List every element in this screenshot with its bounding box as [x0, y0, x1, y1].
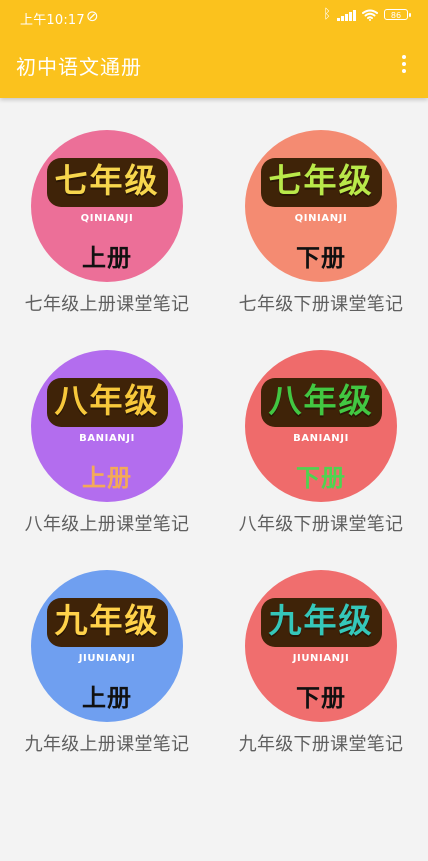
signal-icon	[337, 9, 356, 21]
volume-label: 下册	[296, 464, 346, 492]
grade-title: 七年级	[31, 158, 183, 207]
battery-level: 86	[390, 11, 402, 20]
grade-card-8-upper[interactable]: 八年级 BANIANJI 上册 八年级上册课堂笔记	[0, 350, 214, 540]
wifi-icon	[362, 9, 378, 21]
grade-pinyin: JIUNIANJI	[78, 653, 136, 664]
grade-title: 九年级	[31, 598, 183, 647]
volume-label: 下册	[296, 244, 346, 272]
grade-title: 七年级	[245, 158, 397, 207]
volume-label: 下册	[296, 684, 346, 712]
grade-card-label: 八年级下册课堂笔记	[238, 514, 404, 535]
status-time: 上午10:17	[20, 13, 85, 28]
grade-title: 八年级	[31, 378, 183, 427]
battery-icon: 86	[384, 9, 411, 20]
grade-card-7-lower[interactable]: 七年级 QINIANJI 下册 七年级下册课堂笔记	[214, 130, 428, 320]
grade-card-label: 七年级上册课堂笔记	[24, 294, 190, 315]
grade-badge: 八年级 BANIANJI 上册	[31, 350, 183, 502]
app-title: 初中语文通册	[16, 55, 142, 79]
grade-badge: 八年级 BANIANJI 下册	[245, 350, 397, 502]
grade-badge: 七年级 QINIANJI 下册	[245, 130, 397, 282]
overflow-menu-icon	[402, 55, 406, 59]
grade-card-label: 八年级上册课堂笔记	[24, 514, 190, 535]
grade-pinyin: BANIANJI	[79, 433, 135, 444]
grade-pinyin: QINIANJI	[80, 213, 134, 224]
volume-label: 上册	[82, 244, 132, 272]
grade-badge: 九年级 JIUNIANJI 上册	[31, 570, 183, 722]
overflow-menu-button[interactable]	[394, 50, 414, 78]
overflow-menu-icon	[402, 62, 406, 66]
grade-card-8-lower[interactable]: 八年级 BANIANJI 下册 八年级下册课堂笔记	[214, 350, 428, 540]
grade-card-label: 九年级下册课堂笔记	[238, 734, 404, 755]
bluetooth-icon: ᛒ	[323, 7, 331, 22]
grade-card-9-upper[interactable]: 九年级 JIUNIANJI 上册 九年级上册课堂笔记	[0, 570, 214, 760]
volume-label: 上册	[82, 464, 132, 492]
volume-label: 上册	[82, 684, 132, 712]
grade-card-label: 七年级下册课堂笔记	[238, 294, 404, 315]
grade-pinyin: QINIANJI	[294, 213, 348, 224]
grade-card-9-lower[interactable]: 九年级 JIUNIANJI 下册 九年级下册课堂笔记	[214, 570, 428, 760]
grade-badge: 九年级 JIUNIANJI 下册	[245, 570, 397, 722]
grade-pinyin: JIUNIANJI	[292, 653, 350, 664]
app-bar: 上午10:17 ⊘ ᛒ 86 初中语文通册	[0, 0, 428, 98]
grade-badge: 七年级 QINIANJI 上册	[31, 130, 183, 282]
grade-pinyin: BANIANJI	[293, 433, 349, 444]
mute-icon: ⊘	[86, 7, 99, 25]
grade-card-7-upper[interactable]: 七年级 QINIANJI 上册 七年级上册课堂笔记	[0, 130, 214, 320]
status-bar: 上午10:17 ⊘ ᛒ 86	[0, 0, 428, 34]
grade-card-label: 九年级上册课堂笔记	[24, 734, 190, 755]
overflow-menu-icon	[402, 69, 406, 73]
grade-title: 八年级	[245, 378, 397, 427]
grade-title: 九年级	[245, 598, 397, 647]
status-indicators: ᛒ 86	[323, 7, 411, 22]
